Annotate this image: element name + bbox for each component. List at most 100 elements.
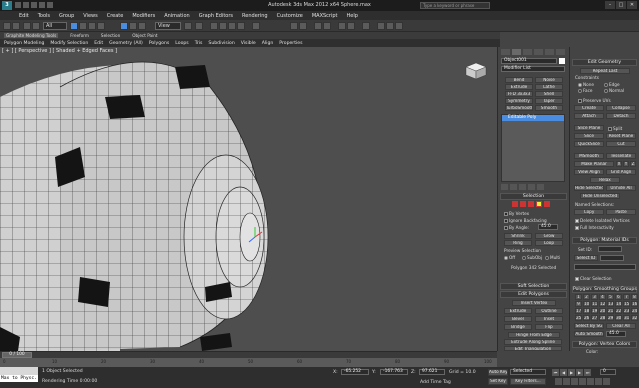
set-id-field[interactable]: [598, 246, 622, 252]
region-select-icon[interactable]: [88, 22, 96, 30]
outline-button[interactable]: Outline: [535, 308, 563, 314]
panel-modify-selection[interactable]: Modify Selection: [50, 41, 88, 46]
menu-create[interactable]: Create: [107, 13, 124, 19]
current-frame-field[interactable]: 0: [600, 369, 616, 375]
clear-all-button[interactable]: Clear All: [606, 323, 636, 329]
hinge-from-edge-button[interactable]: Hinge From Edge: [508, 332, 560, 338]
make-planar-button[interactable]: Make Planar: [574, 161, 614, 167]
grid-align-button[interactable]: Grid Align: [606, 169, 636, 175]
planar-x-button[interactable]: X: [616, 161, 622, 167]
align-icon[interactable]: [299, 22, 307, 30]
sg-button[interactable]: 15: [623, 301, 630, 307]
auto-smooth-field[interactable]: 45.0: [606, 331, 626, 337]
smoothing-groups-rollout-header[interactable]: Polygon: Smoothing Groups: [572, 286, 637, 293]
menu-maxscript[interactable]: MAXScript: [312, 13, 338, 19]
tessellate-button[interactable]: Tessellate: [606, 153, 636, 159]
sg-button[interactable]: 20: [599, 308, 606, 314]
sg-button[interactable]: 4: [599, 294, 606, 300]
cut-button[interactable]: Cut: [606, 141, 636, 147]
view-align-button[interactable]: View Align: [574, 169, 604, 175]
panel-subdivision[interactable]: Subdivision: [208, 41, 234, 46]
insert-vertex-button[interactable]: Insert Vertex: [512, 300, 556, 306]
previous-frame-icon[interactable]: ◀: [560, 369, 567, 376]
redo-icon[interactable]: [47, 2, 53, 8]
key-filters-button[interactable]: Key Filters...: [510, 378, 546, 385]
menu-help[interactable]: Help: [347, 13, 358, 19]
close-button[interactable]: ✕: [627, 1, 637, 9]
redo-icon[interactable]: [12, 22, 20, 30]
vertex-colors-rollout-header[interactable]: Polygon: Vertex Colors: [572, 341, 637, 348]
quickslice-button[interactable]: QuickSlice: [574, 141, 604, 147]
percent-snap-icon[interactable]: [228, 22, 236, 30]
object-color-swatch[interactable]: [559, 58, 565, 64]
unhide-all-button[interactable]: Unhide All: [606, 185, 636, 191]
render-production-icon[interactable]: [395, 22, 403, 30]
sg-button[interactable]: 29: [607, 315, 614, 321]
perspective-viewport[interactable]: [ + ] [ Perspective ] [ Shaded + Edged F…: [0, 47, 497, 351]
sg-button[interactable]: 31: [623, 315, 630, 321]
taper-button[interactable]: Taper: [535, 98, 563, 104]
slice-button[interactable]: Slice: [574, 133, 604, 139]
panel-tris[interactable]: Tris: [195, 41, 203, 46]
maxscript-listener-output[interactable]: [0, 367, 38, 375]
zoom-all-icon[interactable]: [563, 378, 570, 385]
set-key-button[interactable]: Set Key: [488, 378, 508, 385]
play-icon[interactable]: ▶: [568, 369, 575, 376]
modify-tab-icon[interactable]: [512, 49, 521, 55]
named-selection-icon[interactable]: [252, 22, 260, 30]
loop-button[interactable]: Loop: [535, 240, 563, 246]
pivot-center-icon[interactable]: [184, 22, 192, 30]
sg-button[interactable]: 32: [631, 315, 638, 321]
menu-views[interactable]: Views: [83, 13, 97, 19]
selection-filter-dropdown[interactable]: All: [43, 22, 67, 30]
select-object-icon[interactable]: [70, 22, 78, 30]
element-level-icon[interactable]: [544, 201, 550, 207]
zoom-extents-icon[interactable]: [571, 378, 578, 385]
sg-button[interactable]: 30: [615, 315, 622, 321]
hide-unselected-button[interactable]: Hide Unselected: [580, 193, 620, 199]
panel-align[interactable]: Align: [262, 41, 274, 46]
sg-button[interactable]: 3: [591, 294, 598, 300]
attach-button[interactable]: Attach: [574, 113, 604, 119]
slice-plane-button[interactable]: Slice Plane: [574, 125, 604, 131]
inset-button[interactable]: Inset: [535, 316, 563, 322]
bevel-button[interactable]: Bevel: [504, 316, 532, 322]
constraint-normal-radio[interactable]: Normal: [604, 88, 624, 93]
app-logo[interactable]: 3: [2, 1, 12, 10]
link-icon[interactable]: [23, 22, 31, 30]
soft-selection-rollout-header[interactable]: Soft Selection: [500, 283, 567, 290]
key-mode-dropdown[interactable]: Selected: [510, 369, 546, 375]
flip-button[interactable]: Flip: [535, 324, 563, 330]
remove-modifier-icon[interactable]: [528, 184, 535, 190]
shrink-button[interactable]: Shrink: [504, 233, 532, 239]
border-level-icon[interactable]: [528, 201, 534, 207]
motion-tab-icon[interactable]: [534, 49, 543, 55]
save-file-icon[interactable]: [31, 2, 37, 8]
time-slider[interactable]: 0 / 100: [0, 351, 497, 358]
hierarchy-tab-icon[interactable]: [523, 49, 532, 55]
sg-button[interactable]: 28: [599, 315, 606, 321]
auto-key-button[interactable]: Auto Key: [488, 369, 508, 376]
preserve-uvs-checkbox[interactable]: Preserve UVs: [578, 98, 611, 103]
make-unique-icon[interactable]: [519, 184, 526, 190]
utilities-tab-icon[interactable]: [556, 49, 565, 55]
angle-snap-icon[interactable]: [219, 22, 227, 30]
scale-icon[interactable]: [138, 22, 146, 30]
planar-z-button[interactable]: Z: [630, 161, 636, 167]
sg-button[interactable]: 26: [583, 315, 590, 321]
material-editor-icon[interactable]: [362, 22, 370, 30]
rotate-icon[interactable]: [129, 22, 137, 30]
layer-manager-icon[interactable]: [314, 22, 322, 30]
preview-multi-radio[interactable]: Multi: [545, 255, 560, 260]
menu-animation[interactable]: Animation: [164, 13, 190, 19]
track-bar[interactable]: 0 10 20 30 40 50 60 70 80 90 100: [0, 358, 497, 367]
noise-button[interactable]: Noise: [535, 77, 563, 83]
display-tab-icon[interactable]: [545, 49, 554, 55]
search-input[interactable]: Type a keyword or phrase: [420, 2, 490, 9]
spinner-snap-icon[interactable]: [237, 22, 245, 30]
y-coord-field[interactable]: -167.763: [380, 369, 408, 375]
stack-item-editable-poly[interactable]: Editable Poly: [502, 115, 564, 121]
sg-button[interactable]: 17: [575, 308, 582, 314]
edge-level-icon[interactable]: [520, 201, 526, 207]
viewcube-icon[interactable]: [464, 61, 488, 81]
